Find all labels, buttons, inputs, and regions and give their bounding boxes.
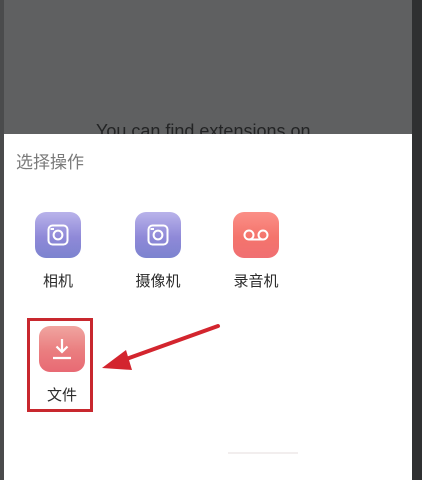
voice-recorder-label: 录音机 (233, 272, 279, 290)
screen: You can find extensions on 选择操作 相机 摄像机 录… (0, 0, 422, 480)
action-sheet: 选择操作 相机 摄像机 录音机 文件 (4, 134, 412, 480)
highlight-box (27, 318, 93, 412)
video-camera-icon (135, 212, 181, 258)
voice-recorder-icon (233, 212, 279, 258)
video-camera-action[interactable]: 摄像机 (126, 212, 190, 290)
camera-icon (35, 212, 81, 258)
action-sheet-title: 选择操作 (16, 153, 84, 173)
camera-action[interactable]: 相机 (26, 212, 90, 290)
divider-line (228, 452, 298, 454)
red-arrow (102, 324, 220, 370)
screen-edge-right (412, 0, 422, 480)
voice-recorder-action[interactable]: 录音机 (224, 212, 288, 290)
camera-label: 相机 (42, 272, 73, 290)
video-camera-label: 摄像机 (135, 272, 181, 290)
